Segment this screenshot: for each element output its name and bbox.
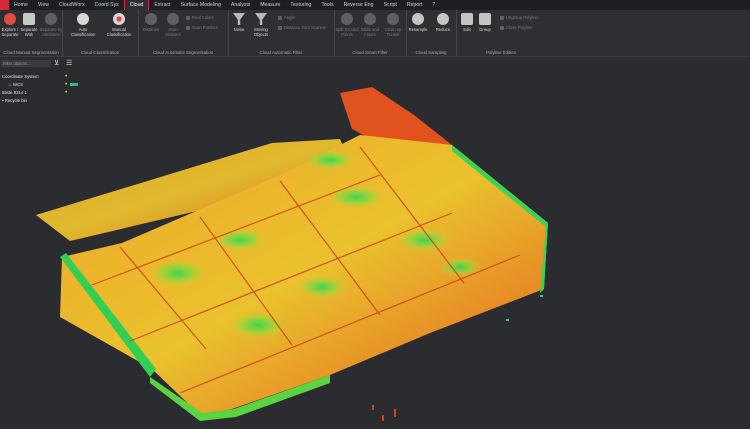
- flat-area: [438, 257, 482, 277]
- resample-icon: [412, 13, 424, 25]
- separate-with-icon: [23, 13, 35, 25]
- tree-label: Recycle bin: [4, 98, 27, 103]
- tab-surface-modeling[interactable]: Surface Modeling: [176, 0, 226, 10]
- group-title: Cloud Automatic Segmentation: [152, 50, 214, 55]
- tunnel-icon: [387, 13, 399, 25]
- group-title: Cloud Smart Filter: [352, 50, 388, 55]
- group-title: Cloud Sampling: [415, 50, 447, 55]
- visibility-bulb-icon[interactable]: ♦: [65, 73, 67, 78]
- tree-item-wcs[interactable]: ⊥ WCS: [8, 82, 23, 88]
- group-classification: Auto Classification Manual Classificatio…: [62, 10, 139, 56]
- tab-view[interactable]: View: [33, 0, 54, 10]
- group-polyline-edition: Edit Group Ungroup Polyline Close Polyli…: [456, 10, 546, 56]
- distance-from-scanner-icon: [278, 25, 282, 30]
- separate-icon: [4, 13, 16, 25]
- point-cloud[interactable]: [36, 87, 548, 421]
- flat-area: [212, 228, 268, 252]
- tree-item-scan[interactable]: 55ste 8314 1: [2, 90, 27, 95]
- ribbon: Explore / Separate Separate With Separat…: [0, 10, 750, 57]
- menu-bar: Home View CloudWorx Coord Sys Cloud Extr…: [0, 0, 750, 10]
- separate-by-attributes-button[interactable]: Separate by Attributes: [38, 13, 64, 37]
- group-sampling: Resample Reduce Cloud Sampling: [406, 10, 457, 56]
- tab-extract[interactable]: Extract: [149, 0, 175, 10]
- scan-stations-button[interactable]: Scan Stations: [160, 13, 186, 37]
- scan-patches-icon: [186, 25, 190, 30]
- real-colors-button[interactable]: Real Colors: [186, 15, 214, 20]
- tree-label: Coordinate System: [2, 74, 39, 79]
- flat-area: [326, 185, 386, 209]
- tab-tools[interactable]: Tools: [316, 0, 338, 10]
- tab-cloud[interactable]: Cloud: [123, 0, 150, 10]
- group-smart-filter: Split Ground Points Walls and Floors Cle…: [334, 10, 407, 56]
- noise-points: [372, 405, 396, 421]
- close-polyline-icon: [500, 25, 504, 30]
- moving-objects-button[interactable]: Moving Objects: [248, 13, 274, 37]
- group-title: Polyline Edition: [485, 50, 517, 55]
- group-title: Cloud Automatic Filter: [259, 50, 303, 55]
- distance-icon: [145, 13, 157, 25]
- filter-objects-input[interactable]: Filter objects...: [1, 60, 51, 67]
- tab-coord-sys[interactable]: Coord Sys: [90, 0, 124, 10]
- scan-stations-icon: [167, 13, 179, 25]
- ungroup-icon: [500, 15, 504, 20]
- angle-icon: [278, 15, 282, 20]
- tab-script[interactable]: Script: [379, 0, 402, 10]
- ground-points-icon: [341, 13, 353, 25]
- group-automatic-segmentation: Distance Scan Stations Real Colors Scan …: [138, 10, 229, 56]
- group-title: Cloud Manual Segmentation: [3, 50, 59, 55]
- point-cloud-view[interactable]: [0, 57, 750, 424]
- filter-icon[interactable]: ⊻: [54, 60, 59, 67]
- tab-cloudworx[interactable]: CloudWorx: [54, 0, 90, 10]
- group-automatic-filter: Noise Moving Objects Angle Distance from…: [228, 10, 335, 56]
- funnel-icon: [255, 13, 267, 25]
- menu-icon[interactable]: ☰: [66, 60, 72, 67]
- funnel-icon: [233, 13, 245, 25]
- 3d-viewport[interactable]: [0, 57, 750, 424]
- visibility-bulb-icon[interactable]: ♦: [65, 81, 67, 86]
- clean-up-tunnel-button[interactable]: Clean up Tunnel: [380, 13, 406, 37]
- flat-area: [148, 259, 208, 287]
- object-tree-panel: Filter objects... ⊻ ☰ Coordinate System …: [0, 57, 84, 424]
- tab-help[interactable]: ?: [427, 0, 440, 10]
- auto-classification-button[interactable]: Auto Classification: [70, 13, 96, 37]
- tree-item-recycle-bin[interactable]: ▪ Recycle bin: [2, 98, 27, 103]
- real-colors-icon: [186, 15, 190, 20]
- flat-area: [228, 311, 288, 339]
- flat-area: [296, 275, 348, 299]
- resample-button[interactable]: Resample: [405, 13, 431, 32]
- reduce-button[interactable]: Reduce: [430, 13, 456, 32]
- tree-item-coordinate-system[interactable]: Coordinate System: [2, 74, 39, 79]
- tab-home[interactable]: Home: [9, 0, 33, 10]
- roof-section-main: [60, 135, 548, 415]
- tab-reverse-eng[interactable]: Reverse Eng: [339, 0, 379, 10]
- distance-from-scanner-button[interactable]: Distance from Scanner: [278, 25, 327, 30]
- angle-button[interactable]: Angle: [278, 15, 295, 20]
- color-ramp-icon: [70, 83, 78, 86]
- link-icon: [479, 13, 491, 25]
- flat-area: [304, 149, 356, 171]
- ungroup-polyline-button[interactable]: Ungroup Polyline: [500, 15, 538, 20]
- tree-label: WCS: [12, 82, 23, 87]
- scan-patches-button[interactable]: Scan Patches: [186, 25, 218, 30]
- attributes-icon: [45, 13, 57, 25]
- tab-analysis[interactable]: Analysis: [226, 0, 255, 10]
- tab-report[interactable]: Report: [402, 0, 428, 10]
- visibility-bulb-icon[interactable]: ♦: [65, 89, 67, 94]
- tab-measure[interactable]: Measure: [255, 0, 285, 10]
- group-button[interactable]: Group: [472, 13, 498, 32]
- close-polyline-button[interactable]: Close Polyline: [500, 25, 533, 30]
- manual-classification-icon: [113, 13, 125, 25]
- group-title: Cloud Classification: [80, 50, 120, 55]
- file-menu-button[interactable]: [0, 0, 9, 10]
- walls-floors-icon: [364, 13, 376, 25]
- tab-texturing[interactable]: Texturing: [285, 0, 316, 10]
- reduce-icon: [437, 13, 449, 25]
- group-manual-segmentation: Explore / Separate Separate With Separat…: [0, 10, 63, 56]
- auto-classification-icon: [77, 13, 89, 25]
- tree-label: 55ste 8314 1: [2, 90, 27, 95]
- manual-classification-button[interactable]: Manual Classification: [106, 13, 132, 37]
